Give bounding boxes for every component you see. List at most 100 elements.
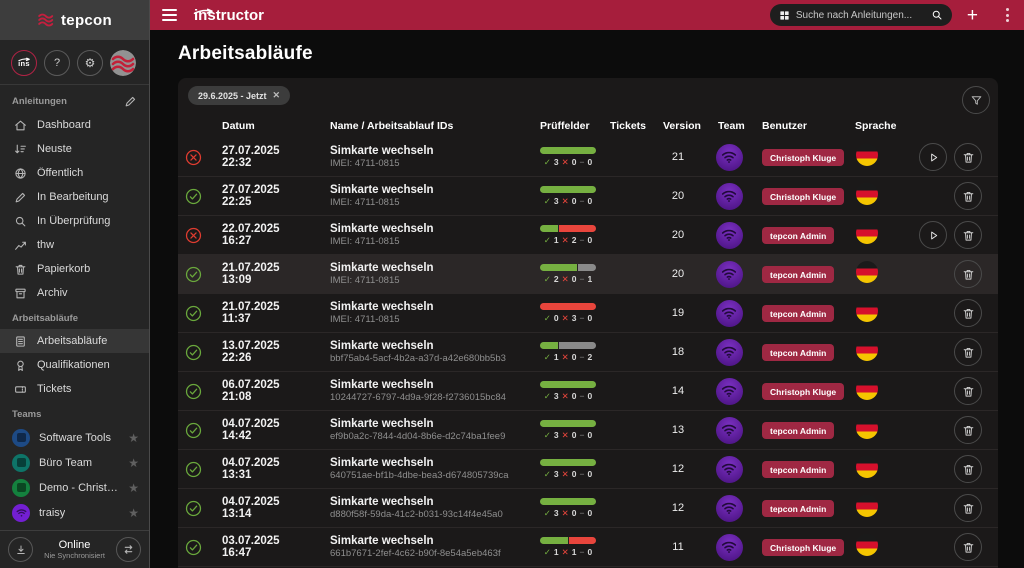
row-version: 19	[650, 307, 706, 319]
section-label-text: Teams	[12, 409, 41, 420]
instructor-badge-button[interactable]: ins	[11, 50, 37, 76]
sidebar-item-qualifikationen[interactable]: Qualifikationen	[0, 353, 149, 377]
edit-pencil-icon[interactable]	[124, 95, 137, 108]
user-badge[interactable]: Christoph Kluge	[762, 383, 844, 400]
table-row[interactable]: 27.07.2025 22:25Simkarte wechselnIMEI: 4…	[178, 177, 998, 216]
team-traisy-wifi-icon[interactable]	[716, 378, 743, 405]
date-filter-chip[interactable]: 29.6.2025 - Jetzt ✕	[188, 86, 290, 105]
team-traisy-wifi-icon[interactable]	[716, 144, 743, 171]
filter-button[interactable]	[962, 86, 990, 114]
sidebar-item-in-bearbeitung[interactable]: In Bearbeitung	[0, 185, 149, 209]
checkfields-counts: ✓3✕0−0	[540, 430, 596, 441]
delete-button[interactable]	[954, 533, 982, 561]
sidebar-item-thw[interactable]: thw	[0, 233, 149, 257]
star-icon[interactable]: ★	[128, 506, 139, 520]
sidebar-item-arbeitsabläufe[interactable]: Arbeitsabläufe	[0, 329, 149, 353]
user-badge[interactable]: Christoph Kluge	[762, 188, 844, 205]
delete-button[interactable]	[954, 338, 982, 366]
table-row[interactable]: 06.07.2025 21:08Simkarte wechseln1024472…	[178, 372, 998, 411]
team-traisy-wifi-icon[interactable]	[716, 417, 743, 444]
team-item-büro-team[interactable]: Büro Team ★	[0, 450, 149, 475]
table-row[interactable]: 21.07.2025 11:37Simkarte wechselnIMEI: 4…	[178, 294, 998, 333]
table-row[interactable]: 04.07.2025 13:31Simkarte wechseln640751a…	[178, 450, 998, 489]
user-badge[interactable]: tepcon Admin	[762, 500, 834, 517]
delete-button[interactable]	[954, 416, 982, 444]
team-item-demo-christoph[interactable]: Demo - Christoph★	[0, 475, 149, 500]
user-badge[interactable]: Christoph Kluge	[762, 539, 844, 556]
settings-button[interactable]: ⚙	[77, 50, 103, 76]
user-badge[interactable]: Christoph Kluge	[762, 149, 844, 166]
play-button[interactable]	[919, 143, 947, 171]
table-row[interactable]: 13.07.2025 22:26Simkarte wechselnbbf75ab…	[178, 333, 998, 372]
play-button[interactable]	[919, 221, 947, 249]
home-icon	[14, 119, 27, 132]
row-name: Simkarte wechselnIMEI: 4711-0815	[310, 262, 538, 286]
sync-button[interactable]	[116, 537, 141, 562]
section-label: Anleitungen	[0, 87, 149, 113]
workflow-name: Simkarte wechseln	[330, 301, 538, 313]
star-icon[interactable]: ★	[128, 481, 139, 495]
table-row[interactable]: 27.07.2025 22:32Simkarte wechselnIMEI: 4…	[178, 138, 998, 177]
team-traisy-wifi-icon[interactable]	[716, 495, 743, 522]
user-badge[interactable]: tepcon Admin	[762, 422, 834, 439]
table-row[interactable]: 04.07.2025 14:42Simkarte wechselnef9b0a2…	[178, 411, 998, 450]
team-traisy-wifi-icon[interactable]	[716, 183, 743, 210]
table-row[interactable]: 22.07.2025 16:27Simkarte wechselnIMEI: 4…	[178, 216, 998, 255]
kebab-menu-icon[interactable]	[1001, 4, 1014, 26]
user-badge[interactable]: tepcon Admin	[762, 305, 834, 322]
sidebar-item-dashboard[interactable]: Dashboard	[0, 113, 149, 137]
delete-button[interactable]	[954, 299, 982, 327]
sidebar-item-papierkorb[interactable]: Papierkorb	[0, 257, 149, 281]
sidebar-item-öffentlich[interactable]: Öffentlich	[0, 161, 149, 185]
help-button[interactable]: ?	[44, 50, 70, 76]
user-badge[interactable]: tepcon Admin	[762, 461, 834, 478]
team-name: Büro Team	[39, 457, 92, 469]
star-icon[interactable]: ★	[128, 431, 139, 445]
table-row[interactable]: 03.07.2025 16:47Simkarte wechseln661b767…	[178, 528, 998, 567]
table-header: DatumName / Arbeitsablauf IDsPrüffelderT…	[178, 110, 998, 138]
delete-button[interactable]	[954, 260, 982, 288]
search-input[interactable]	[796, 10, 925, 21]
row-team	[706, 534, 752, 561]
user-badge[interactable]: tepcon Admin	[762, 227, 834, 244]
tepcon-logo-icon	[37, 13, 57, 27]
download-button[interactable]	[8, 537, 33, 562]
team-traisy-wifi-icon[interactable]	[716, 261, 743, 288]
sidebar-item-label: Öffentlich	[37, 167, 83, 179]
german-flag-icon	[856, 339, 878, 361]
sidebar-item-archiv[interactable]: Archiv	[0, 281, 149, 305]
user-avatar[interactable]	[110, 50, 136, 76]
star-icon[interactable]: ★	[128, 456, 139, 470]
checkfields-counts: ✓0✕3−0	[540, 313, 596, 324]
team-traisy-wifi-icon[interactable]	[716, 300, 743, 327]
row-version: 12	[650, 502, 706, 514]
check-circle-icon	[185, 344, 202, 361]
sidebar-item-tickets[interactable]: Tickets	[0, 377, 149, 401]
workflow-id: 640751ae-bf1b-4dbe-bea3-d674805739ca	[330, 470, 538, 481]
delete-button[interactable]	[954, 377, 982, 405]
delete-button[interactable]	[954, 182, 982, 210]
team-traisy-wifi-icon[interactable]	[716, 456, 743, 483]
row-language	[848, 222, 908, 249]
menu-icon[interactable]	[158, 4, 181, 26]
table-row[interactable]: 21.07.2025 13:09Simkarte wechselnIMEI: 4…	[178, 255, 998, 294]
row-team	[706, 417, 752, 444]
team-traisy-wifi-icon[interactable]	[716, 534, 743, 561]
table-row[interactable]: 04.07.2025 13:14Simkarte wechselnd880f58…	[178, 489, 998, 528]
delete-button[interactable]	[954, 143, 982, 171]
team-item-traisy[interactable]: traisy★	[0, 500, 149, 525]
sidebar-item-in-überprüfung[interactable]: In Überprüfung	[0, 209, 149, 233]
team-item-software-tools[interactable]: Software Tools★	[0, 425, 149, 450]
add-button[interactable]: +	[960, 6, 985, 25]
user-badge[interactable]: tepcon Admin	[762, 344, 834, 361]
team-traisy-wifi-icon[interactable]	[716, 339, 743, 366]
chip-close-icon[interactable]: ✕	[273, 90, 281, 101]
sidebar-item-neuste[interactable]: Neuste	[0, 137, 149, 161]
search-bar[interactable]	[770, 4, 952, 26]
search-icon[interactable]	[931, 9, 943, 21]
delete-button[interactable]	[954, 221, 982, 249]
team-traisy-wifi-icon[interactable]	[716, 222, 743, 249]
delete-button[interactable]	[954, 494, 982, 522]
user-badge[interactable]: tepcon Admin	[762, 266, 834, 283]
delete-button[interactable]	[954, 455, 982, 483]
